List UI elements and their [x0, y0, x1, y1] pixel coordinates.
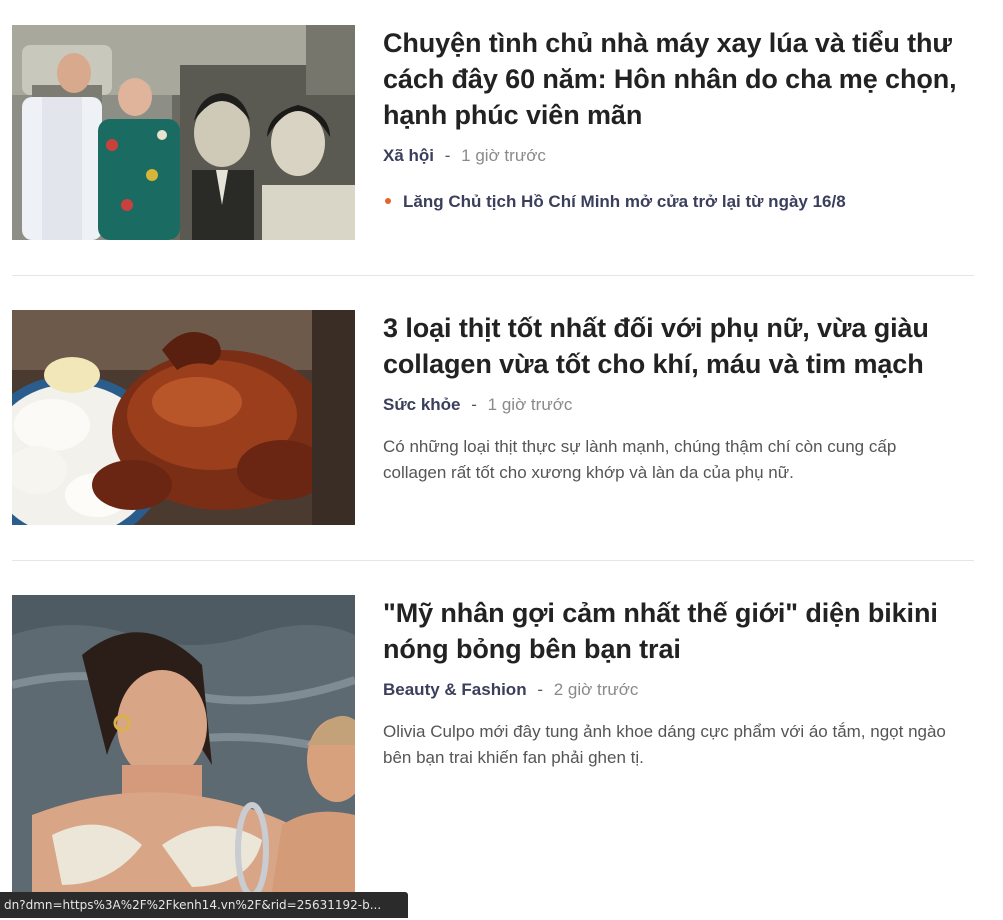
- article-thumbnail[interactable]: [12, 25, 355, 240]
- publish-time: 2 giờ trước: [553, 680, 639, 699]
- publish-time: 1 giờ trước: [487, 395, 573, 414]
- article-meta: Xã hội - 1 giờ trước: [383, 145, 963, 167]
- article-title[interactable]: Chuyện tình chủ nhà máy xay lúa và tiểu …: [383, 25, 963, 133]
- bullet-dot-icon: [385, 198, 391, 205]
- publish-time: 1 giờ trước: [461, 146, 546, 165]
- article-title[interactable]: "Mỹ nhân gợi cảm nhất thế giới" diện bik…: [383, 595, 963, 667]
- article-title[interactable]: 3 loại thịt tốt nhất đối với phụ nữ, vừa…: [383, 310, 963, 382]
- category-link[interactable]: Xã hội: [383, 146, 434, 165]
- article-divider: [12, 275, 974, 276]
- related-article-link[interactable]: Lăng Chủ tịch Hồ Chí Minh mở cửa trở lại…: [383, 191, 963, 213]
- article-divider: [12, 560, 974, 561]
- meta-separator: -: [444, 146, 451, 165]
- meta-separator: -: [471, 395, 477, 414]
- link-status-bar: dn?dmn=https%3A%2F%2Fkenh14.vn%2F&rid=25…: [0, 892, 408, 918]
- article-meta: Sức khỏe - 1 giờ trước: [383, 394, 963, 416]
- related-article-title: Lăng Chủ tịch Hồ Chí Minh mở cửa trở lại…: [403, 192, 846, 211]
- article-thumbnail[interactable]: [12, 310, 355, 525]
- news-feed: Chuyện tình chủ nhà máy xay lúa và tiểu …: [0, 0, 1003, 920]
- article-summary: Olivia Culpo mới đây tung ảnh khoe dáng …: [383, 722, 946, 767]
- category-link[interactable]: Beauty & Fashion: [383, 680, 527, 699]
- article-body: 3 loại thịt tốt nhất đối với phụ nữ, vừa…: [383, 310, 963, 486]
- article-body: Chuyện tình chủ nhà máy xay lúa và tiểu …: [383, 25, 963, 213]
- category-link[interactable]: Sức khỏe: [383, 395, 461, 414]
- meta-separator: -: [537, 680, 543, 699]
- article-meta: Beauty & Fashion - 2 giờ trước: [383, 679, 963, 701]
- article-body: "Mỹ nhân gợi cảm nhất thế giới" diện bik…: [383, 595, 963, 771]
- article-thumbnail[interactable]: [12, 595, 355, 892]
- article-summary: Có những loại thịt thực sự lành mạnh, ch…: [383, 437, 897, 482]
